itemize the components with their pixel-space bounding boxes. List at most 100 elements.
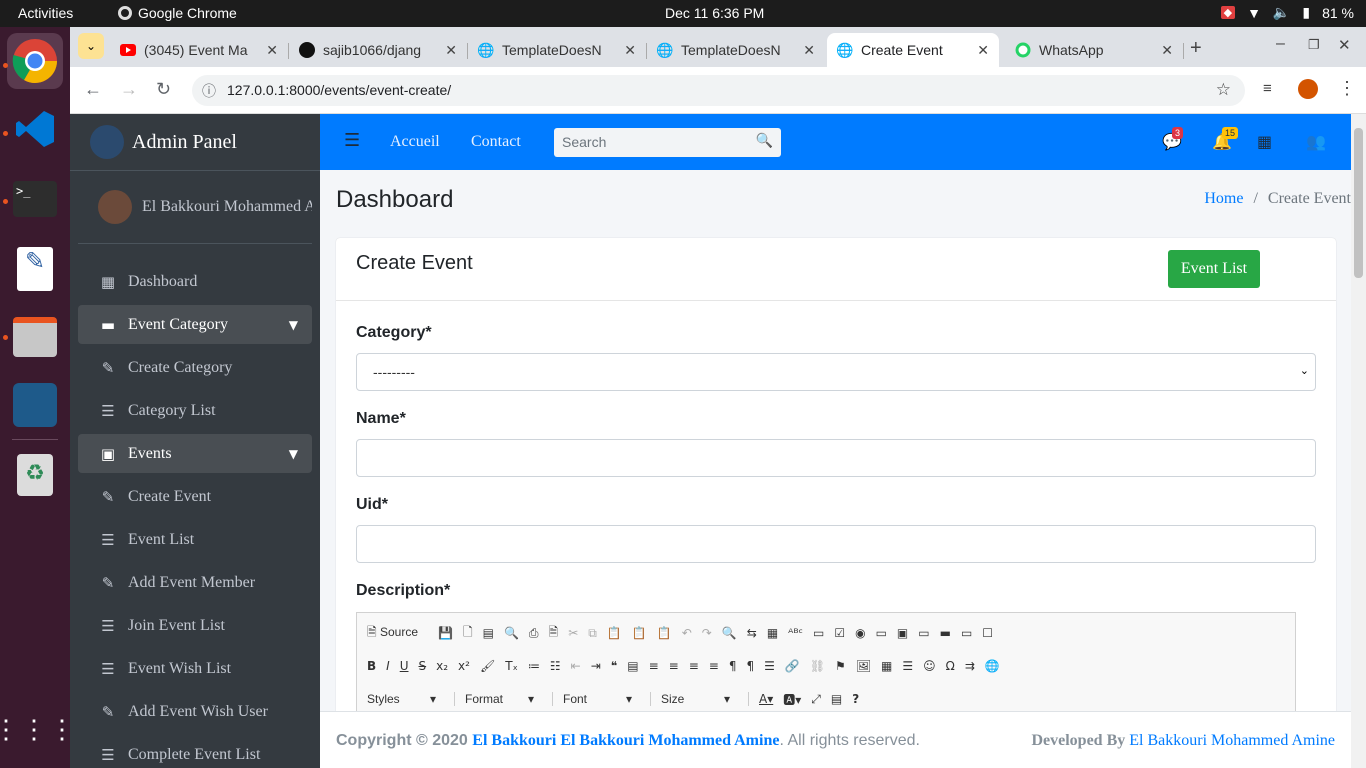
mysql-workbench-launcher[interactable]: [7, 377, 63, 433]
rtl-icon[interactable]: ¶: [746, 659, 754, 673]
copy-icon[interactable]: ⧉: [588, 626, 597, 641]
size-dropdown[interactable]: Size ▾: [661, 692, 749, 706]
nav-link-contact[interactable]: Contact: [471, 133, 521, 151]
button-field-icon[interactable]: ▬: [940, 626, 951, 640]
page-scrollbar[interactable]: [1351, 114, 1366, 768]
unlink-icon[interactable]: ⛓: [810, 659, 825, 673]
subscript-icon[interactable]: x₂: [436, 659, 448, 673]
numbered-list-icon[interactable]: ≔: [528, 659, 540, 673]
bg-color-icon[interactable]: 🅰▾: [783, 691, 801, 708]
outdent-icon[interactable]: ⇤: [571, 659, 581, 673]
text-editor-launcher[interactable]: ✎: [7, 241, 63, 297]
image-icon[interactable]: 🖼: [856, 659, 871, 673]
site-info-icon[interactable]: ⓘ: [202, 81, 216, 101]
iframe-icon[interactable]: 🌐: [985, 659, 1000, 673]
blockquote-icon[interactable]: ❝: [611, 659, 617, 673]
hr-icon[interactable]: ☰: [902, 659, 913, 673]
brand[interactable]: Admin Panel: [70, 114, 320, 171]
show-blocks-icon[interactable]: ▤: [831, 692, 842, 706]
close-icon[interactable]: ✕: [803, 42, 815, 59]
sidebar-item-join-event-list[interactable]: ☰ Join Event List: [78, 606, 312, 645]
apps-grid-icon[interactable]: ▦: [1257, 132, 1272, 151]
forward-button[interactable]: →: [120, 79, 138, 100]
form-icon[interactable]: ▭: [813, 626, 824, 640]
textarea-icon[interactable]: ▣: [897, 626, 908, 640]
trash-launcher[interactable]: ♻: [7, 447, 63, 503]
source-button[interactable]: 🗎 Source: [367, 623, 428, 644]
checkbox-icon[interactable]: ☑: [834, 626, 845, 640]
spellcheck-icon[interactable]: ᴬᴮᶜ: [788, 626, 803, 640]
search-icon[interactable]: 🔍: [756, 133, 773, 150]
italic-icon[interactable]: I: [386, 659, 390, 673]
image-button-icon[interactable]: ▭: [961, 626, 972, 640]
nav-link-accueil[interactable]: Accueil: [390, 133, 440, 151]
justify-icon[interactable]: ≡: [709, 659, 719, 673]
sidebar-item-events[interactable]: ▣ Events ▼: [78, 434, 312, 473]
media-control-icon[interactable]: ≡: [1263, 80, 1272, 97]
scrollbar-thumb[interactable]: [1354, 128, 1363, 278]
align-left-icon[interactable]: ≡: [649, 659, 659, 673]
tab-github[interactable]: sajib1066/djang ✕: [289, 33, 467, 67]
sidebar-item-add-event-wish-user[interactable]: ✎ Add Event Wish User: [78, 692, 312, 731]
sidebar-item-create-event[interactable]: ✎ Create Event: [78, 477, 312, 516]
print-icon[interactable]: ⎙: [529, 626, 539, 641]
sidebar-item-create-category[interactable]: ✎ Create Category: [78, 348, 312, 387]
close-icon[interactable]: ✕: [977, 42, 989, 59]
tab-create-event[interactable]: 🌐 Create Event ✕: [827, 33, 999, 67]
styles-dropdown[interactable]: Styles ▾: [367, 692, 455, 706]
select-field-icon[interactable]: ▭: [918, 626, 929, 640]
footer-author-link[interactable]: El Bakkouri El Bakkouri Mohammed Amine: [472, 732, 779, 749]
users-icon[interactable]: 👥: [1306, 132, 1326, 151]
close-icon[interactable]: ✕: [266, 42, 278, 59]
sidebar-item-add-event-member[interactable]: ✎ Add Event Member: [78, 563, 312, 602]
activities-button[interactable]: Activities: [18, 5, 73, 21]
tab-template-1[interactable]: 🌐 TemplateDoesN ✕: [468, 33, 646, 67]
copy-format-icon[interactable]: 🖌: [480, 659, 495, 673]
page-break-icon[interactable]: ⇉: [965, 659, 975, 673]
profile-avatar[interactable]: [1298, 79, 1318, 99]
align-center-icon[interactable]: ≡: [669, 659, 679, 673]
indent-icon[interactable]: ⇥: [591, 659, 601, 673]
smiley-icon[interactable]: ☺: [923, 659, 936, 673]
system-tray[interactable]: ◆ ▼ 🔈 ▮ 81 %: [1220, 4, 1354, 21]
bulleted-list-icon[interactable]: ☷: [550, 659, 561, 673]
format-dropdown[interactable]: Format ▾: [465, 692, 553, 706]
paste-icon[interactable]: 📋: [607, 626, 622, 640]
chrome-launcher[interactable]: [7, 33, 63, 89]
chrome-menu-icon[interactable]: ⋮: [1338, 78, 1356, 99]
vscode-launcher[interactable]: [7, 101, 63, 157]
cut-icon[interactable]: ✂: [568, 626, 578, 640]
new-page-icon[interactable]: 🗋: [463, 623, 473, 644]
font-dropdown[interactable]: Font ▾: [563, 692, 651, 706]
maximize-icon[interactable]: ⤢: [811, 692, 821, 707]
uid-input[interactable]: [356, 525, 1316, 563]
remove-format-icon[interactable]: Tₓ: [505, 659, 518, 673]
language-icon[interactable]: ☰: [764, 659, 775, 673]
back-button[interactable]: ←: [84, 79, 102, 100]
bookmark-star-icon[interactable]: ☆: [1216, 80, 1231, 100]
paste-word-icon[interactable]: 📋: [657, 626, 672, 640]
text-color-icon[interactable]: A▾: [759, 692, 773, 706]
tab-youtube[interactable]: (3045) Event Ma ✕: [110, 33, 288, 67]
breadcrumb-home[interactable]: Home: [1204, 190, 1243, 207]
link-icon[interactable]: 🔗: [785, 659, 800, 673]
footer-developer-link[interactable]: El Bakkouri Mohammed Amine: [1129, 732, 1335, 749]
bold-icon[interactable]: B: [367, 659, 376, 673]
sidebar-item-dashboard[interactable]: ▦ Dashboard: [78, 262, 312, 301]
redo-icon[interactable]: ↷: [702, 626, 712, 640]
sidebar-item-event-list[interactable]: ☰ Event List: [78, 520, 312, 559]
textfield-icon[interactable]: ▭: [876, 626, 887, 640]
div-icon[interactable]: ▤: [627, 659, 638, 673]
align-right-icon[interactable]: ≡: [689, 659, 699, 673]
special-char-icon[interactable]: Ω: [946, 659, 955, 673]
new-tab-button[interactable]: +: [1190, 37, 1202, 60]
user-panel[interactable]: El Bakkouri Mohammed Amine: [78, 171, 312, 244]
category-select[interactable]: --------- ⌄: [356, 353, 1316, 391]
event-list-button[interactable]: Event List: [1168, 250, 1260, 288]
files-launcher[interactable]: [7, 309, 63, 365]
replace-icon[interactable]: ⇆: [747, 626, 757, 640]
close-icon[interactable]: ✕: [445, 42, 457, 59]
find-icon[interactable]: 🔍: [722, 626, 737, 640]
underline-icon[interactable]: U: [400, 659, 409, 673]
tab-template-2[interactable]: 🌐 TemplateDoesN ✕: [647, 33, 825, 67]
